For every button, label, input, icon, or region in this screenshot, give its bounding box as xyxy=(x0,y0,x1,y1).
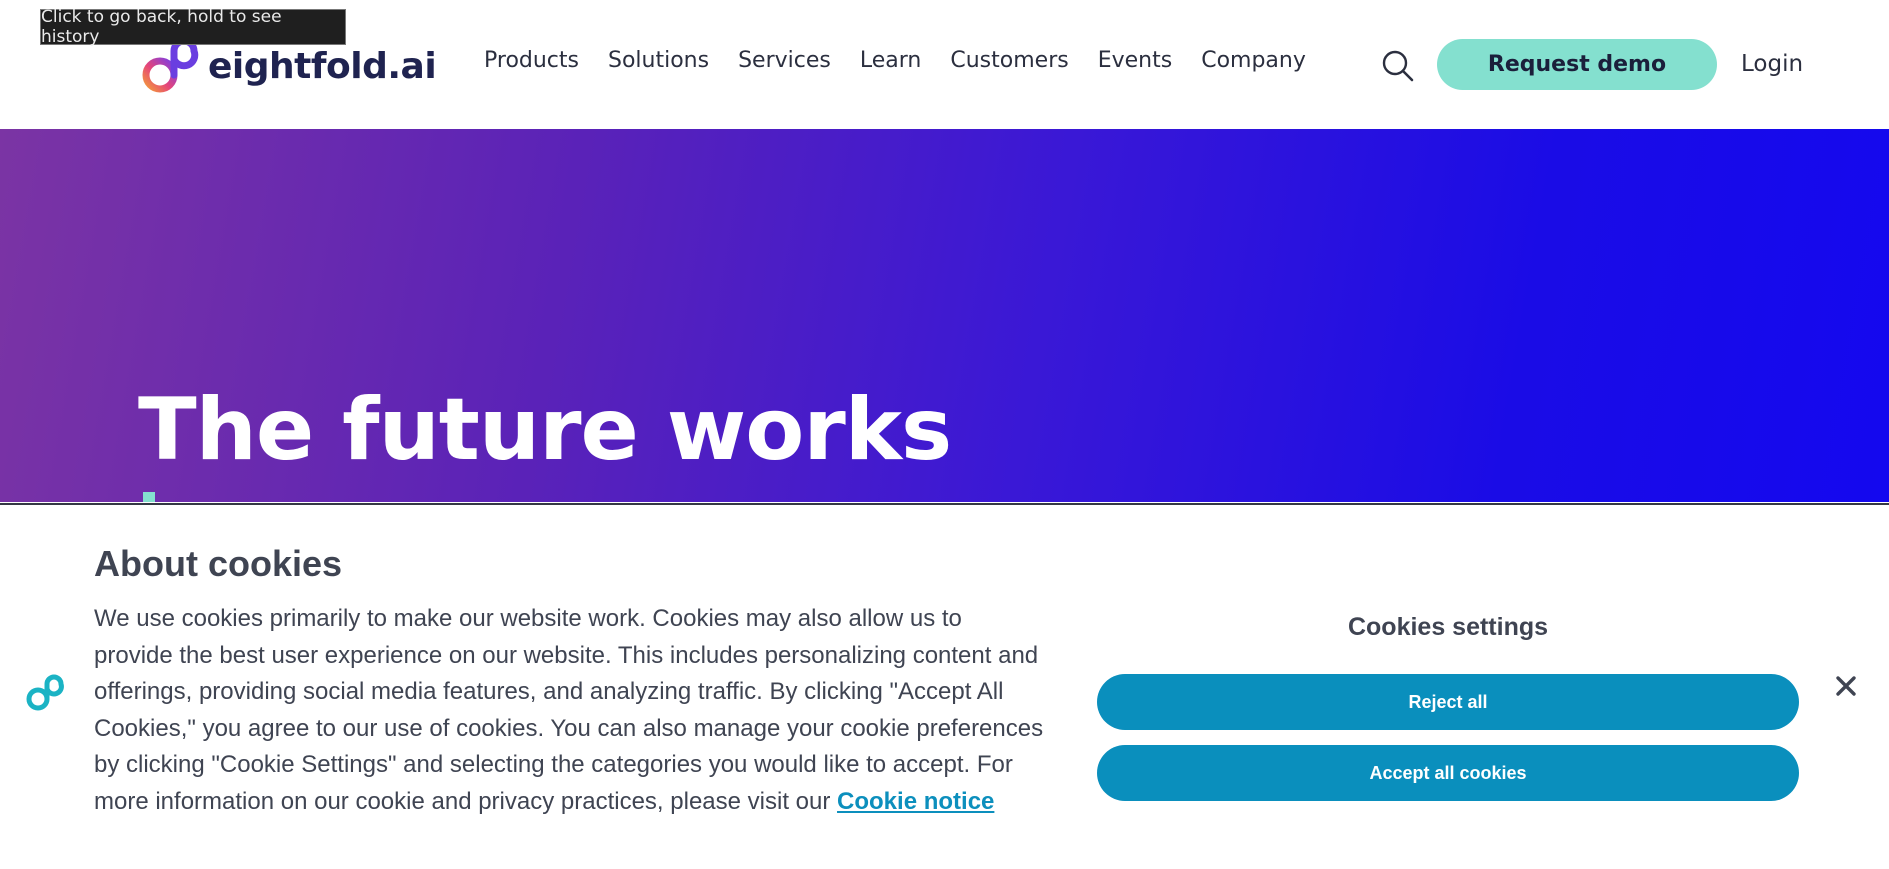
nav-solutions[interactable]: Solutions xyxy=(608,48,709,73)
nav-company[interactable]: Company xyxy=(1201,48,1306,73)
search-icon[interactable] xyxy=(1381,49,1415,83)
cookie-body-text: We use cookies primarily to make our web… xyxy=(94,605,1044,815)
eightfold-small-logo-icon xyxy=(26,674,64,711)
cookie-description: We use cookies primarily to make our web… xyxy=(94,601,1044,821)
main-nav: Products Solutions Services Learn Custom… xyxy=(484,48,1335,73)
back-history-tooltip: Click to go back, hold to see history xyxy=(40,7,346,47)
nav-learn[interactable]: Learn xyxy=(860,48,922,73)
cookie-banner: About cookies We use cookies primarily t… xyxy=(0,505,1889,869)
hero-banner: The future works xyxy=(0,129,1889,502)
accept-all-cookies-button[interactable]: Accept all cookies xyxy=(1097,745,1799,801)
cookies-settings-button[interactable]: Cookies settings xyxy=(1097,613,1799,642)
request-demo-button[interactable]: Request demo xyxy=(1437,39,1717,90)
cookie-notice-link[interactable]: Cookie notice xyxy=(837,788,994,815)
nav-customers[interactable]: Customers xyxy=(950,48,1068,73)
cookie-title: About cookies xyxy=(94,543,343,584)
hero-accent-mark xyxy=(143,492,155,502)
nav-products[interactable]: Products xyxy=(484,48,579,73)
login-link[interactable]: Login xyxy=(1741,51,1803,77)
nav-services[interactable]: Services xyxy=(738,48,831,73)
close-icon[interactable] xyxy=(1834,674,1858,698)
reject-all-button[interactable]: Reject all xyxy=(1097,674,1799,730)
hero-title: The future works xyxy=(138,380,952,480)
nav-events[interactable]: Events xyxy=(1098,48,1173,73)
logo-text: eightfold.ai xyxy=(208,45,437,87)
